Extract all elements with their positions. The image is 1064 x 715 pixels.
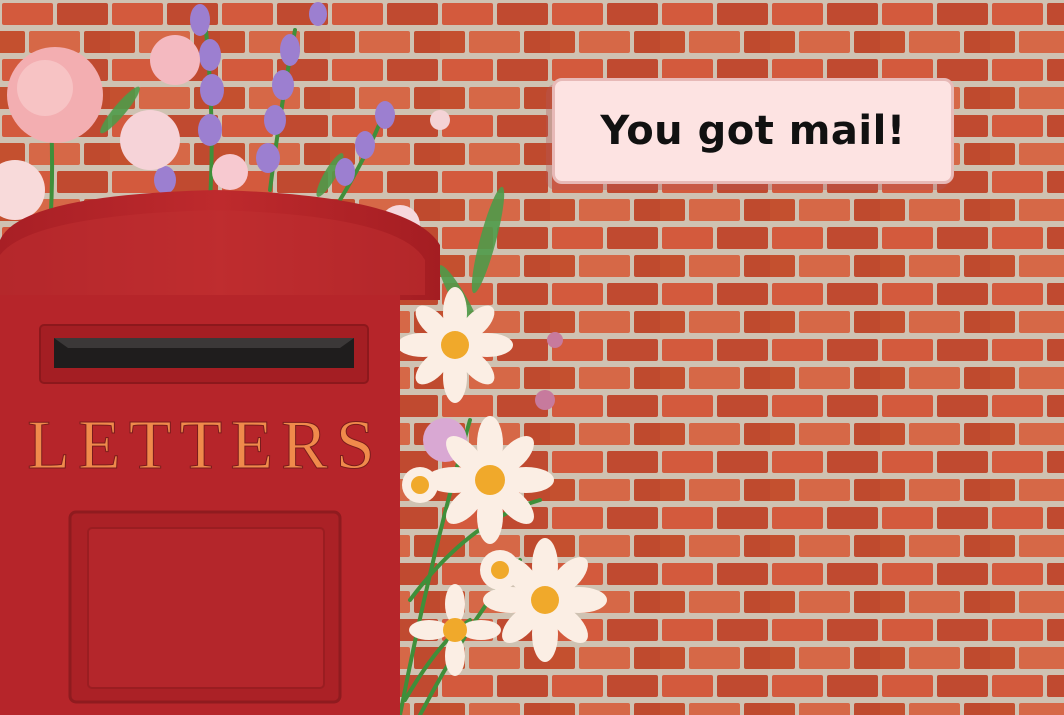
headline-text: You got mail!	[600, 108, 906, 154]
headline-banner: You got mail!	[552, 78, 954, 184]
postbox: LETTERS	[0, 190, 440, 715]
mailbox-label: LETTERS	[27, 407, 382, 484]
